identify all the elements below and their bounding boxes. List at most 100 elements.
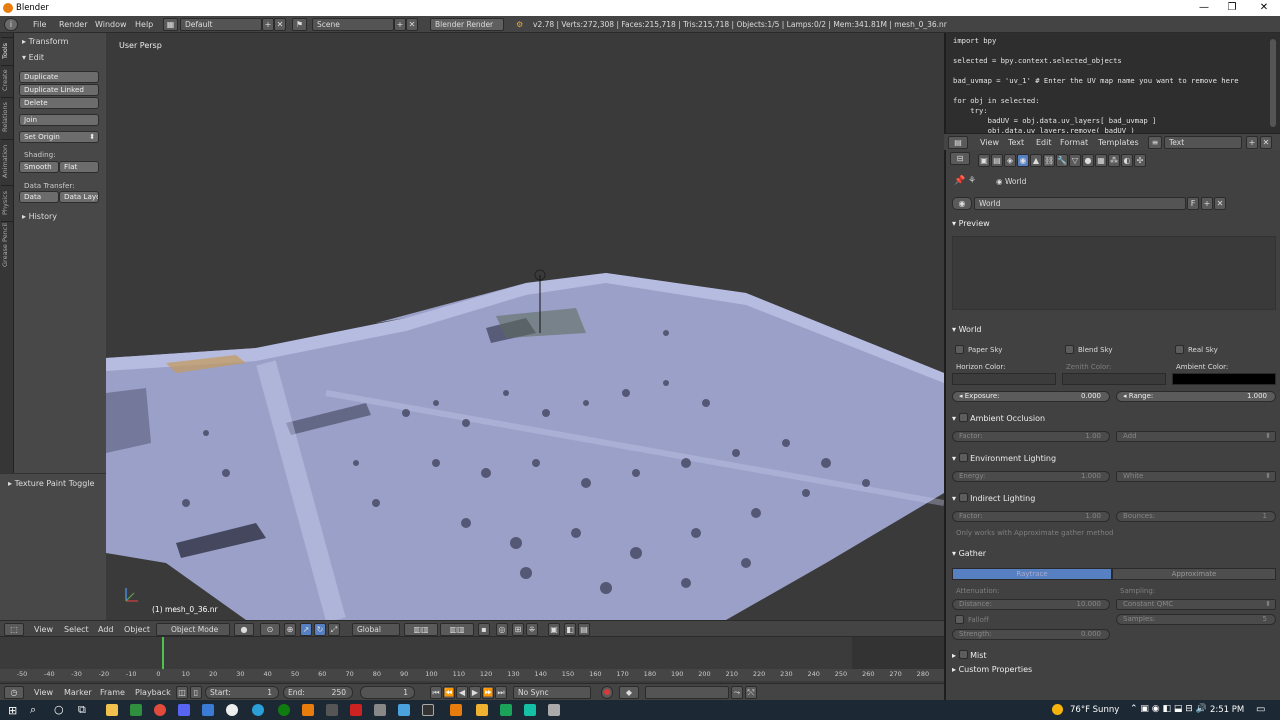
particles-tab-icon[interactable]: ⁂ (1108, 154, 1120, 167)
delete-button[interactable]: Delete (19, 97, 99, 109)
taskbar-app-icon-12[interactable] (374, 704, 386, 716)
layer-grid-a[interactable]: ▥▥ (404, 623, 438, 636)
menu-view[interactable]: View (34, 625, 53, 634)
distance-field[interactable]: Distance: 10.000 (952, 599, 1110, 610)
steam-icon[interactable] (202, 704, 214, 716)
exposure-field[interactable]: ◂ Exposure: 0.000 (952, 391, 1110, 402)
new-text-button[interactable]: + (1246, 136, 1258, 149)
env-energy-field[interactable]: Energy: 1.000 (952, 471, 1110, 482)
material-tab-icon[interactable]: ● (1082, 154, 1094, 167)
approximate-button[interactable]: Approximate (1112, 568, 1276, 580)
tab-relations[interactable]: Relations (1, 97, 13, 137)
falloff-checkbox[interactable] (955, 615, 964, 624)
mist-checkbox[interactable] (958, 650, 968, 659)
modifiers-tab-icon[interactable]: 🔧 (1056, 154, 1068, 167)
notifications-icon[interactable]: ▭ (1256, 704, 1265, 715)
xbox-icon[interactable] (278, 704, 290, 716)
opengl-render-icon[interactable]: ▤ (578, 623, 590, 636)
fake-user-button[interactable]: F (1187, 197, 1199, 210)
delete-keyframe-icon[interactable]: ⤲ (745, 686, 757, 699)
render-layers-tab-icon[interactable]: ▤ (991, 154, 1003, 167)
new-world-button[interactable]: + (1201, 197, 1213, 210)
screen-layout-field[interactable]: Default (180, 18, 262, 31)
duplicate-linked-button[interactable]: Duplicate Linked (19, 84, 99, 96)
play-reverse-button[interactable]: ◀ (456, 686, 468, 699)
editor-type-timeline-icon[interactable]: ◷ (4, 686, 24, 699)
text-menu-text[interactable]: Text (1008, 138, 1024, 147)
discord-icon[interactable] (178, 704, 190, 716)
scale-manipulator-icon[interactable]: ⤢ (328, 623, 340, 636)
windows-start-icon[interactable]: ⊞ (8, 704, 17, 717)
menu-select[interactable]: Select (64, 625, 89, 634)
tab-create[interactable]: Create (1, 65, 13, 95)
remove-scene-button[interactable]: ✕ (406, 18, 418, 31)
add-scene-button[interactable]: + (394, 18, 406, 31)
timeline-menu-view[interactable]: View (34, 688, 53, 697)
menu-file[interactable]: File (33, 20, 46, 29)
interaction-mode-select[interactable]: Object Mode (156, 623, 230, 636)
scene-icon[interactable]: ⚑ (292, 18, 307, 31)
tab-grease-pencil[interactable]: Grease Pencil (1, 221, 13, 269)
unlink-text-button[interactable]: ✕ (1260, 136, 1272, 149)
edit-panel-header[interactable]: ▾ Edit (22, 53, 44, 62)
taskbar-app-icon-17[interactable] (500, 704, 512, 716)
weather-text[interactable]: 76°F Sunny (1070, 705, 1119, 715)
snap-toggle-icon[interactable]: ⊞ (512, 623, 524, 636)
camera-render-icon[interactable]: ◧ (564, 623, 576, 636)
texture-tab-icon[interactable]: ▦ (1095, 154, 1107, 167)
proportional-edit-icon[interactable]: ◎ (496, 623, 508, 636)
editor-type-3d-icon[interactable]: ⬚ (4, 623, 24, 636)
timeline-menu-playback[interactable]: Playback (135, 688, 171, 697)
chrome-icon[interactable] (154, 704, 166, 716)
system-tray-icons[interactable]: ⌃ ▣ ◉ ◧ ⬓ ⊟ 🔊 (1130, 704, 1207, 714)
manipulator-toggle-icon[interactable]: ⊕ (284, 623, 296, 636)
maximize-button[interactable]: ❐ (1218, 1, 1246, 15)
blender-taskbar-icon[interactable] (302, 704, 314, 716)
timeline-area[interactable]: -50 -40 -30 -20 -10 0 10 20 30 40 50 60 70 80 90 100 110… (0, 637, 944, 683)
mist-panel-header[interactable]: ▸ Mist (952, 649, 1276, 660)
indirect-factor-field[interactable]: Factor: 1.00 (952, 511, 1110, 522)
taskbar-app-icon-10[interactable] (326, 704, 338, 716)
editor-type-properties-icon[interactable]: ⊟ (950, 152, 970, 165)
tab-physics[interactable]: Physics (1, 185, 13, 219)
transform-orientation-select[interactable]: Global (352, 623, 400, 636)
next-keyframe-button[interactable]: ⏩ (482, 686, 494, 699)
code-line[interactable]: try: (953, 106, 987, 115)
info-editor-type-icon[interactable]: i (4, 18, 18, 31)
data-layout-button[interactable]: Data Layo (59, 191, 99, 203)
taskbar-app-icon-13[interactable] (398, 704, 410, 716)
text-datablock-field[interactable]: Text (1164, 136, 1242, 149)
duplicate-button[interactable]: Duplicate (19, 71, 99, 83)
shade-smooth-button[interactable]: Smooth (19, 161, 59, 173)
taskbar-app-icon-11[interactable] (350, 704, 362, 716)
transform-panel-header[interactable]: ▸ Transform (22, 37, 68, 46)
clock[interactable]: 2:51 PM (1210, 705, 1244, 715)
code-line[interactable]: for obj in selected: (953, 96, 1040, 105)
start-frame-field[interactable]: Start: 1 (205, 686, 279, 699)
play-button[interactable]: ▶ (469, 686, 481, 699)
env-color-select[interactable]: White ⬍ (1116, 471, 1276, 482)
search-icon[interactable]: ⌕ (30, 703, 36, 717)
paper-sky-checkbox[interactable] (955, 345, 964, 354)
layout-grid-icon[interactable]: ▦ (163, 18, 178, 31)
sampling-method-select[interactable]: Constant QMC ⬍ (1116, 599, 1276, 610)
physics-tab-icon[interactable]: ◐ (1121, 154, 1133, 167)
cortana-icon[interactable]: ○ (54, 703, 64, 716)
file-explorer-icon[interactable] (106, 704, 118, 716)
preview-range-icon[interactable]: ◫ (176, 686, 188, 699)
render-preview-icon[interactable]: ▣ (548, 623, 560, 636)
data-tab-icon[interactable]: ▽ (1069, 154, 1081, 167)
minimize-button[interactable]: — (1190, 1, 1218, 15)
end-frame-field[interactable]: End: 250 (283, 686, 353, 699)
jump-start-button[interactable]: ⏮ (430, 686, 442, 699)
constraints-tab-icon[interactable]: ⛓ (1043, 154, 1055, 167)
editor-type-text-icon[interactable]: ▤ (948, 136, 968, 149)
pivot-point-icon[interactable]: ⊙ (260, 623, 280, 636)
ambient-occlusion-panel-header[interactable]: ▾ Ambient Occlusion (952, 412, 1276, 423)
sync-mode-select[interactable]: No Sync (513, 686, 591, 699)
translate-manipulator-icon[interactable]: ↗ (300, 623, 312, 636)
ao-factor-field[interactable]: Factor: 1.00 (952, 431, 1110, 442)
code-line[interactable]: import bpy (953, 36, 996, 45)
indirect-lighting-checkbox[interactable] (958, 493, 968, 502)
world-tab-icon[interactable]: ◉ (1017, 154, 1029, 167)
